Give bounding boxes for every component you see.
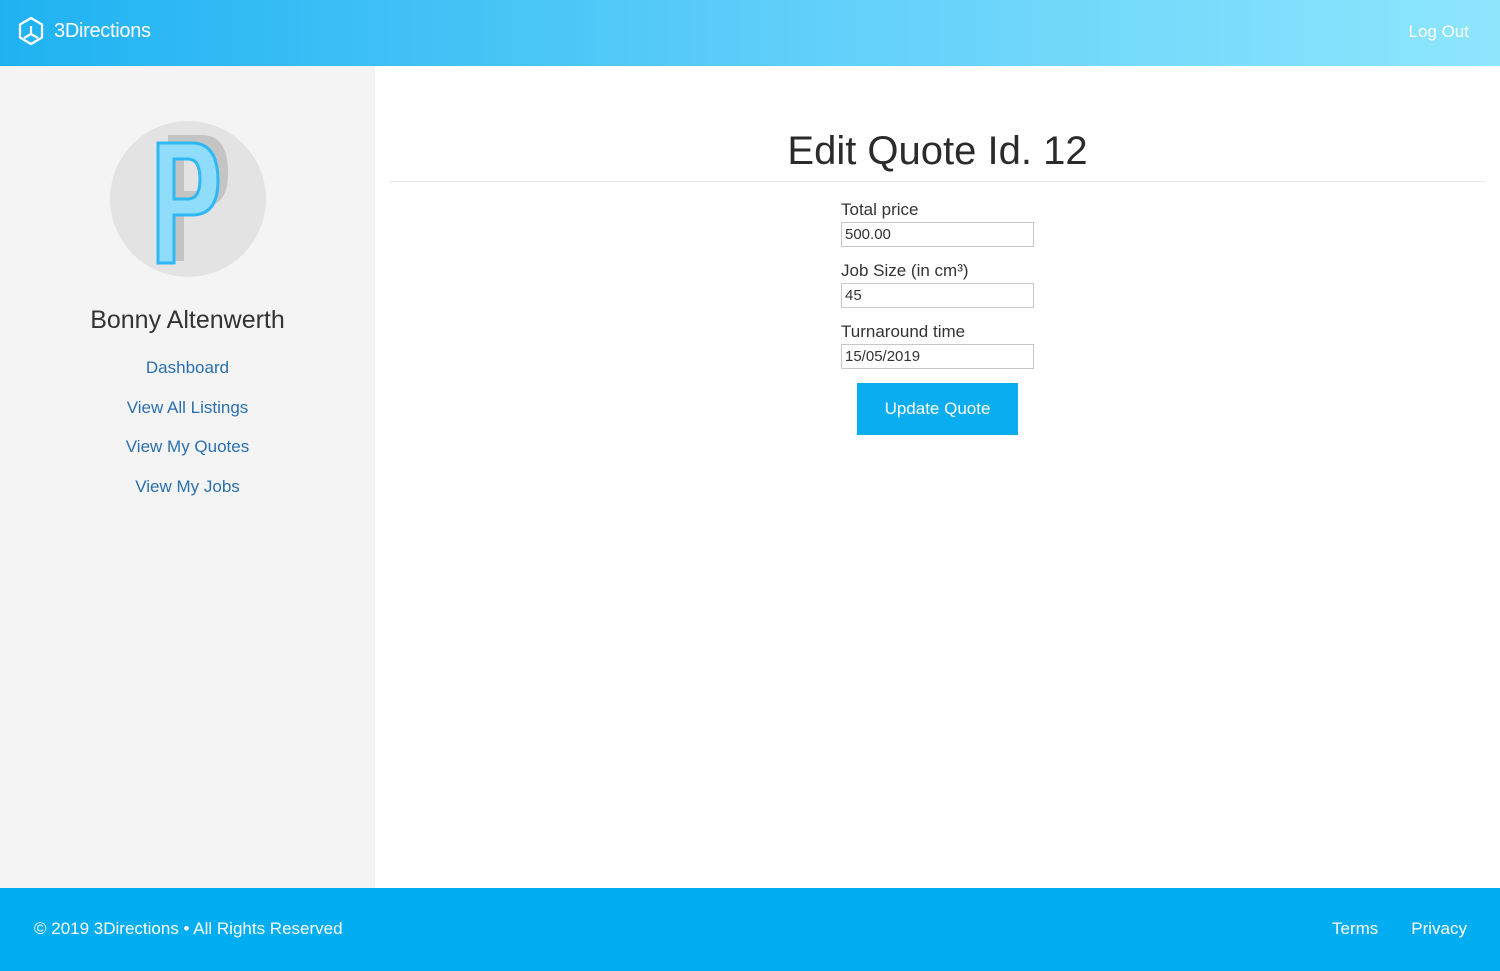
terms-link[interactable]: Terms <box>1332 919 1378 939</box>
avatar <box>110 121 266 277</box>
title-divider <box>390 181 1485 182</box>
sidebar-item-listings: View All Listings <box>0 398 375 438</box>
sidebar: Bonny Altenwerth Dashboard View All List… <box>0 66 375 888</box>
total-price-label: Total price <box>841 200 919 219</box>
copyright-text: © 2019 3Directions • All Rights Reserved <box>34 919 343 938</box>
sidebar-item-jobs: View My Jobs <box>0 477 375 517</box>
cube-logo-icon <box>18 16 44 46</box>
footer: © 2019 3Directions • All Rights Reserved… <box>0 888 1500 971</box>
top-navbar: 3Directions Log Out <box>0 0 1500 66</box>
edit-quote-form: Total price Job Size (in cm³) Turnaround… <box>841 200 1034 435</box>
page-title: Edit Quote Id. 12 <box>787 129 1088 173</box>
footer-links: Terms Privacy <box>1332 919 1467 939</box>
update-quote-button[interactable]: Update Quote <box>857 383 1018 435</box>
user-name: Bonny Altenwerth <box>90 306 285 334</box>
dashboard-link[interactable]: Dashboard <box>146 358 229 377</box>
brand-link[interactable]: 3Directions <box>18 16 151 46</box>
logout-link[interactable]: Log Out <box>1409 22 1470 42</box>
sidebar-nav: Dashboard View All Listings View My Quot… <box>0 358 375 516</box>
sidebar-item-dashboard: Dashboard <box>0 358 375 398</box>
total-price-input[interactable] <box>841 222 1034 247</box>
job-size-input[interactable] <box>841 283 1034 308</box>
view-my-quotes-link[interactable]: View My Quotes <box>126 437 249 456</box>
turnaround-time-label: Turnaround time <box>841 322 966 341</box>
brand-name: 3Directions <box>54 19 151 42</box>
sidebar-item-quotes: View My Quotes <box>0 437 375 477</box>
view-my-jobs-link[interactable]: View My Jobs <box>135 477 240 496</box>
letter-p-avatar-icon <box>110 121 266 277</box>
turnaround-date-input[interactable] <box>841 344 1034 369</box>
job-size-label: Job Size (in cm³) <box>841 261 969 280</box>
privacy-link[interactable]: Privacy <box>1411 919 1467 939</box>
view-all-listings-link[interactable]: View All Listings <box>127 398 249 417</box>
main-content: Edit Quote Id. 12 Total price Job Size (… <box>390 66 1485 888</box>
